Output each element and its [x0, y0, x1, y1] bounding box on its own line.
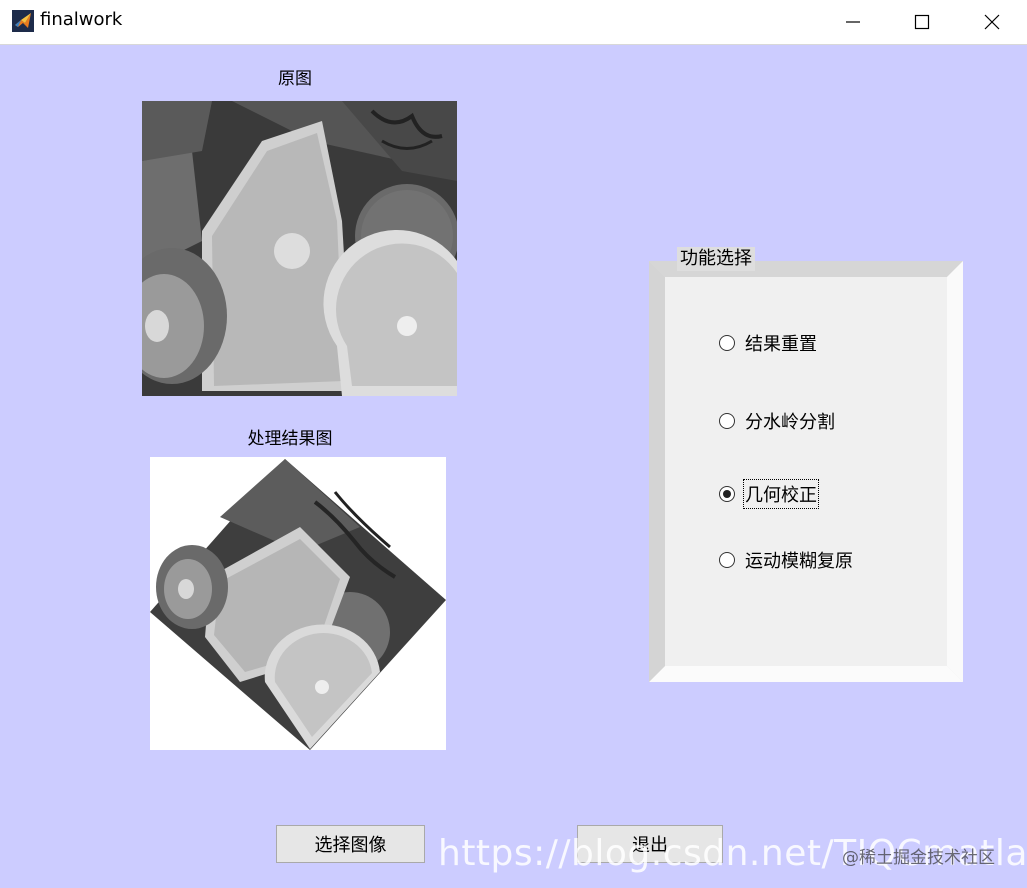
panel-title: 功能选择 [677, 247, 755, 271]
radio-label: 结果重置 [745, 334, 817, 355]
original-image [142, 101, 457, 396]
watermark-credit: @稀土掘金技术社区 [842, 848, 995, 868]
select-image-button[interactable]: 选择图像 [276, 825, 425, 863]
minimize-button[interactable] [830, 0, 876, 44]
window-title: finalwork [40, 9, 123, 30]
radio-button-unchecked[interactable] [719, 335, 735, 351]
close-button[interactable] [969, 0, 1015, 44]
window-titlebar: finalwork [0, 0, 1027, 45]
radio-label: 运动模糊复原 [745, 551, 853, 572]
radio-button-unchecked[interactable] [719, 552, 735, 568]
original-image-caption: 原图 [278, 69, 312, 89]
minimize-icon [846, 21, 860, 23]
function-select-panel: 功能选择 结果重置 分水岭分割 几何校正 运动模糊复原 [649, 247, 963, 682]
panel-frame [649, 261, 963, 682]
result-image [150, 457, 446, 750]
matlab-app-icon [12, 10, 34, 32]
maximize-button[interactable] [899, 0, 945, 44]
radio-button-unchecked[interactable] [719, 413, 735, 429]
close-icon [984, 14, 1000, 30]
radio-selected-dot [723, 490, 731, 498]
radio-label: 分水岭分割 [745, 412, 835, 433]
maximize-icon [914, 14, 930, 30]
result-image-caption: 处理结果图 [247, 429, 333, 449]
radio-label: 几何校正 [743, 479, 819, 509]
